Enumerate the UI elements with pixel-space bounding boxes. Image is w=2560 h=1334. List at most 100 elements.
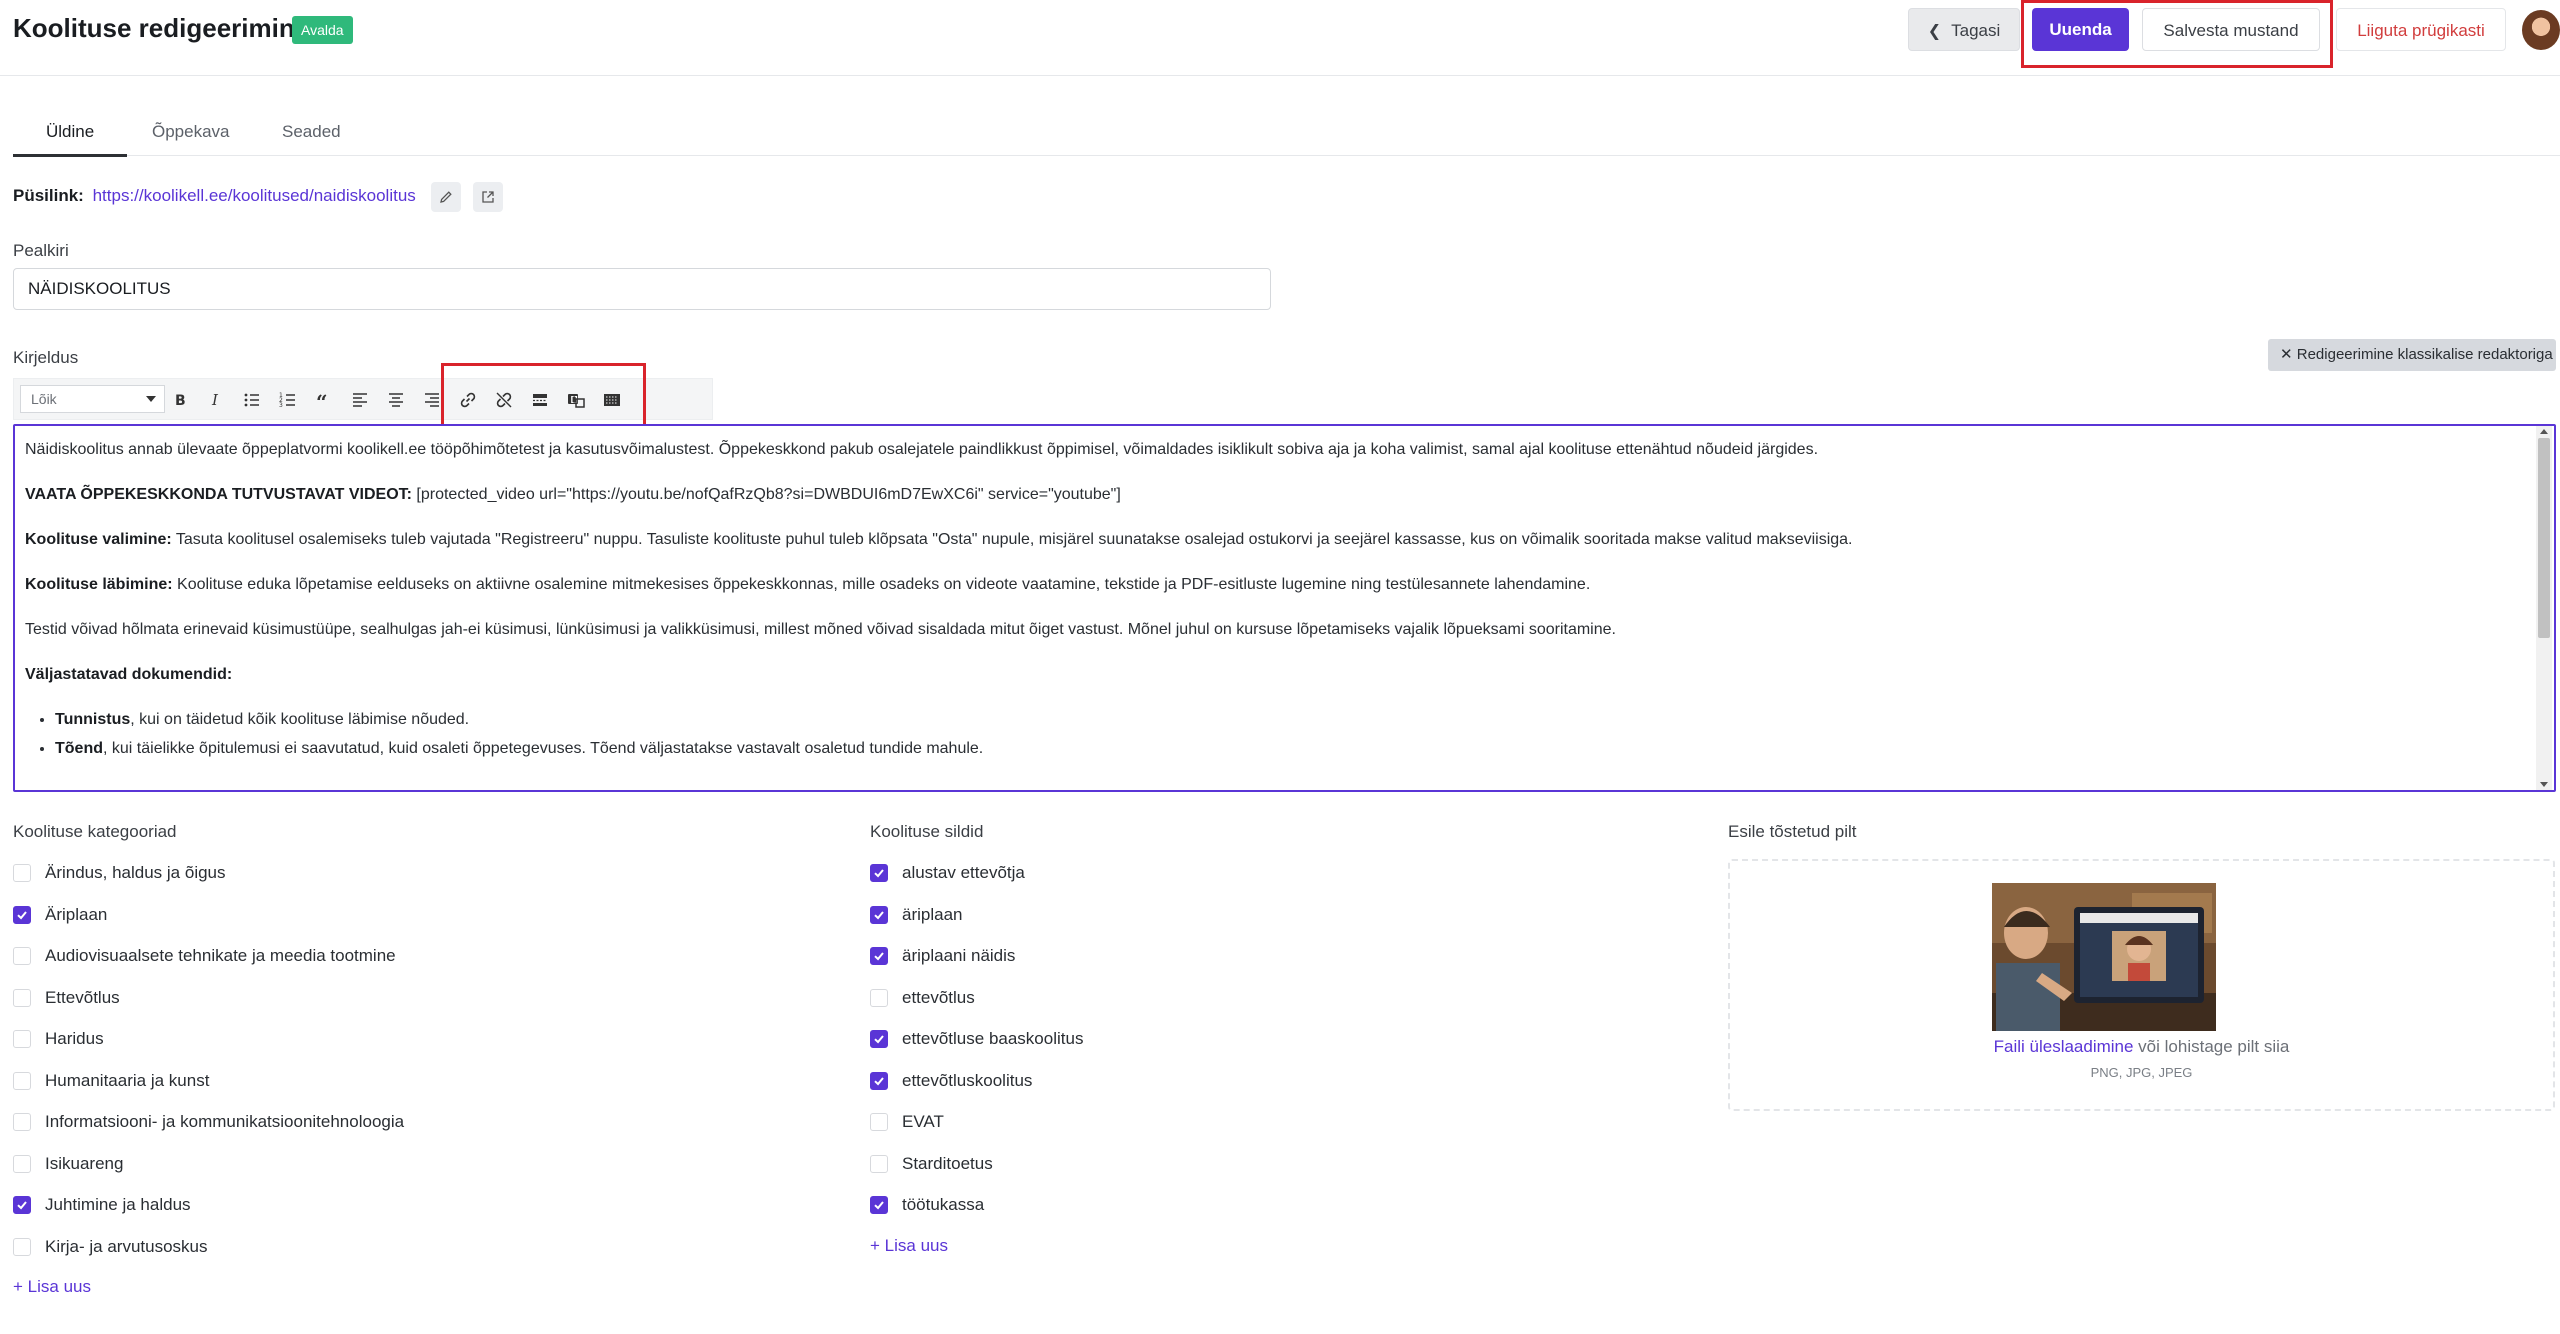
checkbox-icon[interactable] (13, 1113, 31, 1131)
featured-image-title: Esile tõstetud pilt (1728, 822, 1857, 841)
category-checkbox-row[interactable]: Audiovisuaalsete tehnikate ja meedia too… (13, 944, 396, 968)
align-center-button[interactable] (383, 387, 409, 413)
checkbox-checked-icon[interactable] (870, 864, 888, 882)
category-checkbox-row[interactable]: Ärindus, haldus ja õigus (13, 861, 226, 885)
tag-label: EVAT (902, 1112, 944, 1131)
tag-label: ettevõtlus (902, 987, 975, 1007)
back-button[interactable]: ❮ Tagasi (1908, 8, 2020, 51)
upload-instructions: Faili üleslaadimine või lohistage pilt s… (1730, 1037, 2553, 1057)
checkbox-icon[interactable] (870, 988, 888, 1007)
tag-checkbox-row[interactable]: ettevõtlus (870, 986, 975, 1010)
svg-text:I: I (211, 391, 219, 409)
editor-text: , kui täielikke õpitulemusi ei saavutatu… (103, 740, 984, 757)
checkbox-icon[interactable] (13, 1030, 31, 1048)
bullet-list-button[interactable] (239, 387, 265, 413)
editor-content[interactable]: Näidiskoolitus annab ülevaate õppeplatvo… (25, 438, 2515, 782)
category-checkbox-row[interactable]: Juhtimine ja haldus (13, 1193, 191, 1217)
italic-button[interactable]: I (203, 387, 229, 413)
category-label: Juhtimine ja haldus (45, 1195, 191, 1214)
tab-settings[interactable]: Seaded (282, 122, 341, 142)
status-badge: Avalda (292, 16, 353, 44)
category-checkbox-row[interactable]: Informatsiooni- ja kommunikatsioonitehno… (13, 1110, 404, 1134)
add-tag-label: Lisa uus (884, 1236, 948, 1255)
category-label: Informatsiooni- ja kommunikatsioonitehno… (45, 1112, 405, 1131)
edit-permalink-button[interactable] (431, 182, 461, 212)
checkbox-checked-icon[interactable] (870, 947, 888, 965)
permalink-url[interactable]: https://koolikell.ee/koolitused/naidisko… (93, 186, 416, 205)
scroll-down-icon[interactable] (2540, 782, 2548, 787)
checkbox-icon[interactable] (870, 1113, 888, 1131)
move-to-trash-button[interactable]: Liiguta prügikasti (2336, 8, 2506, 51)
category-checkbox-row[interactable]: Isikuareng (13, 1152, 123, 1176)
category-checkbox-row[interactable]: Ettevõtlus (13, 986, 120, 1010)
tag-checkbox-row[interactable]: töötukassa (870, 1193, 984, 1217)
align-left-button[interactable] (347, 387, 373, 413)
format-select[interactable]: Lõik (20, 385, 165, 413)
scroll-up-icon[interactable] (2540, 429, 2548, 434)
bold-button[interactable]: B (167, 387, 193, 413)
chevron-left-icon: ❮ (1927, 23, 1942, 40)
pencil-icon (440, 191, 452, 203)
tag-checkbox-row[interactable]: ettevõtluskoolitus (870, 1069, 1032, 1093)
checkbox-icon[interactable] (13, 947, 31, 965)
tag-checkbox-row[interactable]: äriplaan (870, 903, 963, 927)
category-label: Haridus (45, 1029, 104, 1048)
checkbox-icon[interactable] (870, 1154, 888, 1173)
category-label: Äriplaan (45, 904, 108, 924)
description-editor[interactable]: Näidiskoolitus annab ülevaate õppeplatvo… (13, 424, 2556, 792)
tab-curriculum[interactable]: Õppekava (152, 122, 230, 142)
tab-general[interactable]: Üldine (46, 122, 94, 142)
open-permalink-button[interactable] (473, 182, 503, 212)
classic-editor-button[interactable]: ✕ Redigeerimine klassikalise redaktoriga (2268, 339, 2556, 371)
checkbox-checked-icon[interactable] (13, 1196, 31, 1214)
add-tag-link[interactable]: + Lisa uus (870, 1236, 948, 1256)
tag-checkbox-row[interactable]: Starditoetus (870, 1152, 993, 1176)
tag-label: alustav ettevõtja (902, 863, 1025, 882)
category-checkbox-row[interactable]: Humanitaaria ja kunst (13, 1069, 209, 1093)
featured-image-dropzone[interactable]: Faili üleslaadimine või lohistage pilt s… (1728, 859, 2555, 1111)
checkbox-checked-icon[interactable] (870, 1196, 888, 1214)
upload-file-link[interactable]: Faili üleslaadimine (1994, 1037, 2134, 1056)
checkbox-checked-icon[interactable] (870, 1030, 888, 1048)
category-label: Isikuareng (45, 1153, 124, 1173)
tag-label: ettevõtluskoolitus (902, 1070, 1033, 1090)
blockquote-button[interactable]: “ (311, 387, 337, 413)
editor-text: Koolituse eduka lõpetamise eelduseks on … (172, 576, 1591, 593)
checkbox-checked-icon[interactable] (870, 905, 888, 924)
numbered-list-button[interactable]: 123 (275, 387, 301, 413)
category-label: Kirja- ja arvutusoskus (45, 1236, 208, 1256)
categories-title: Koolituse kategooriad (13, 822, 177, 841)
tag-checkbox-row[interactable]: EVAT (870, 1110, 944, 1134)
align-right-icon (425, 393, 439, 407)
svg-text:3: 3 (279, 402, 283, 409)
add-category-link[interactable]: + Lisa uus (13, 1277, 91, 1297)
dropdown-arrow-icon (146, 396, 156, 402)
checkbox-icon[interactable] (13, 1071, 31, 1090)
checkbox-checked-icon[interactable] (13, 905, 31, 924)
description-label: Kirjeldus (13, 348, 79, 367)
avatar[interactable] (2522, 10, 2560, 50)
align-left-icon (353, 393, 367, 407)
editor-scrollbar[interactable] (2536, 426, 2552, 790)
scrollbar-thumb[interactable] (2538, 438, 2550, 638)
checkbox-icon[interactable] (13, 1154, 31, 1173)
tag-checkbox-row[interactable]: ettevõtluse baaskoolitus (870, 1027, 1083, 1051)
checkbox-icon[interactable] (13, 988, 31, 1007)
tab-bar: Üldine Õppekava Seaded (13, 114, 2560, 157)
title-input[interactable] (13, 268, 1271, 310)
category-label: Ettevõtlus (45, 987, 120, 1007)
checkbox-checked-icon[interactable] (870, 1071, 888, 1090)
category-checkbox-row[interactable]: Kirja- ja arvutusoskus (13, 1235, 208, 1259)
checkbox-icon[interactable] (13, 864, 31, 882)
category-checkbox-row[interactable]: Haridus (13, 1027, 104, 1051)
external-link-icon (482, 191, 494, 203)
tag-checkbox-row[interactable]: äriplaani näidis (870, 944, 1015, 968)
featured-image-thumbnail[interactable] (1992, 883, 2216, 1031)
checkbox-icon[interactable] (13, 1237, 31, 1256)
editor-list: Tunnistus, kui on täidetud kõik koolitus… (55, 708, 2515, 760)
category-checkbox-row[interactable]: Äriplaan (13, 903, 107, 927)
active-tab-indicator (13, 154, 127, 157)
align-center-icon (389, 393, 403, 407)
permalink: Püsilink: https://koolikell.ee/koolituse… (13, 186, 416, 206)
tag-checkbox-row[interactable]: alustav ettevõtja (870, 861, 1025, 885)
